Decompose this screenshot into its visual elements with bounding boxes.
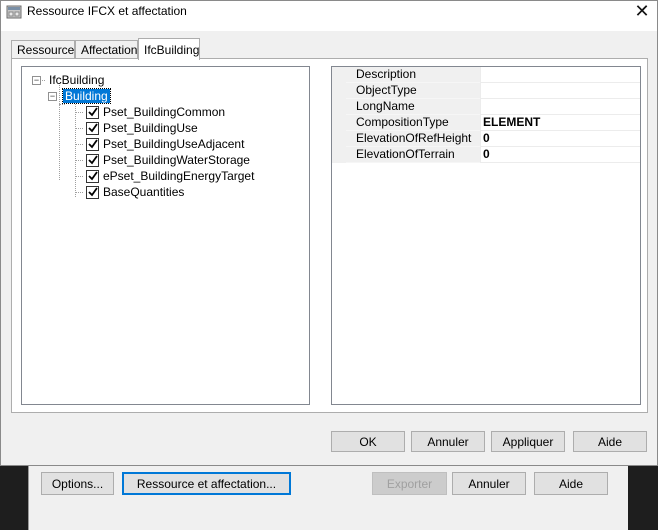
tree-node-building[interactable]: − Building: [48, 88, 111, 104]
tree-item-pset-buildingwaterstorage[interactable]: Pset_BuildingWaterStorage: [75, 152, 250, 168]
collapse-icon[interactable]: −: [32, 75, 41, 85]
tree-node-label: IfcBuilding: [49, 73, 105, 87]
options-button[interactable]: Options...: [41, 472, 114, 495]
parent-cancel-button[interactable]: Annuler: [452, 472, 526, 495]
tree-item-label: Pset_BuildingUseAdjacent: [103, 137, 245, 151]
tree-item-label: BaseQuantities: [103, 185, 185, 199]
property-name: CompositionType: [346, 115, 480, 131]
property-name: ElevationOfTerrain: [346, 147, 480, 163]
property-row-elevationofrefheight[interactable]: ElevationOfRefHeight 0: [332, 131, 640, 147]
property-name: ObjectType: [346, 83, 480, 99]
property-row-objecttype[interactable]: ObjectType: [332, 83, 640, 99]
property-name: Description: [346, 67, 480, 83]
tree-item-pset-buildinguseadjacent[interactable]: Pset_BuildingUseAdjacent: [75, 136, 244, 152]
tree-item-label: Pset_BuildingCommon: [103, 105, 226, 119]
property-grid[interactable]: Description ObjectType LongName Composit…: [331, 66, 641, 405]
property-value[interactable]: 0: [480, 131, 640, 147]
checkbox-checked-icon[interactable]: [86, 121, 99, 135]
checkbox-checked-icon[interactable]: [86, 153, 99, 167]
resource-affectation-button[interactable]: Ressource et affectation...: [122, 472, 291, 495]
property-row-elevationofterrain[interactable]: ElevationOfTerrain 0: [332, 147, 640, 163]
help-button[interactable]: Aide: [573, 431, 647, 452]
apply-button[interactable]: Appliquer: [491, 431, 565, 452]
tab-affectation[interactable]: Affectation: [75, 40, 138, 59]
collapse-icon[interactable]: −: [48, 91, 57, 101]
tree-item-epset-buildingenergytarget[interactable]: ePset_BuildingEnergyTarget: [75, 168, 254, 184]
property-row-description[interactable]: Description: [332, 67, 640, 83]
checkbox-checked-icon[interactable]: [86, 137, 99, 151]
property-value[interactable]: [480, 67, 640, 83]
tab-ressource[interactable]: Ressource: [11, 40, 75, 59]
property-value[interactable]: ELEMENT: [480, 115, 640, 131]
property-name: LongName: [346, 99, 480, 115]
app-icon: [6, 5, 22, 19]
close-icon[interactable]: ✕: [627, 0, 657, 23]
tree-item-pset-buildinguse[interactable]: Pset_BuildingUse: [75, 120, 198, 136]
property-name: ElevationOfRefHeight: [346, 131, 480, 147]
tree-item-pset-buildingcommon[interactable]: Pset_BuildingCommon: [75, 104, 225, 120]
parent-help-button[interactable]: Aide: [534, 472, 608, 495]
checkbox-checked-icon[interactable]: [86, 105, 99, 119]
tree-item-label: Pset_BuildingWaterStorage: [103, 153, 250, 167]
tab-ifcbuilding[interactable]: IfcBuilding: [138, 38, 200, 60]
window-title: Ressource IFCX et affectation: [27, 4, 187, 18]
tree-item-label: Pset_BuildingUse: [103, 121, 198, 135]
tab-page-ifcbuilding: − IfcBuilding − Building Pset_BuildingCo…: [11, 58, 648, 413]
tree-view[interactable]: − IfcBuilding − Building Pset_BuildingCo…: [21, 66, 310, 405]
property-row-compositiontype[interactable]: CompositionType ELEMENT: [332, 115, 640, 131]
export-button[interactable]: Exporter: [372, 472, 447, 495]
tree-node-ifcbuilding[interactable]: − IfcBuilding: [32, 72, 104, 88]
property-value[interactable]: 0: [480, 147, 640, 163]
ok-button[interactable]: OK: [331, 431, 405, 452]
tree-item-label: ePset_BuildingEnergyTarget: [103, 169, 255, 183]
tree-node-label: Building: [62, 88, 111, 104]
cancel-button[interactable]: Annuler: [411, 431, 485, 452]
checkbox-checked-icon[interactable]: [86, 169, 99, 183]
property-value[interactable]: [480, 99, 640, 115]
property-row-longname[interactable]: LongName: [332, 99, 640, 115]
ifcx-dialog: Ressource IFCX et affectation ✕ Ressourc…: [0, 0, 658, 466]
tree-item-basequantities[interactable]: BaseQuantities: [75, 184, 184, 200]
parent-dialog: Options... Ressource et affectation... E…: [28, 463, 628, 530]
title-bar: Ressource IFCX et affectation ✕: [1, 1, 657, 31]
checkbox-checked-icon[interactable]: [86, 185, 99, 199]
property-value[interactable]: [480, 83, 640, 99]
